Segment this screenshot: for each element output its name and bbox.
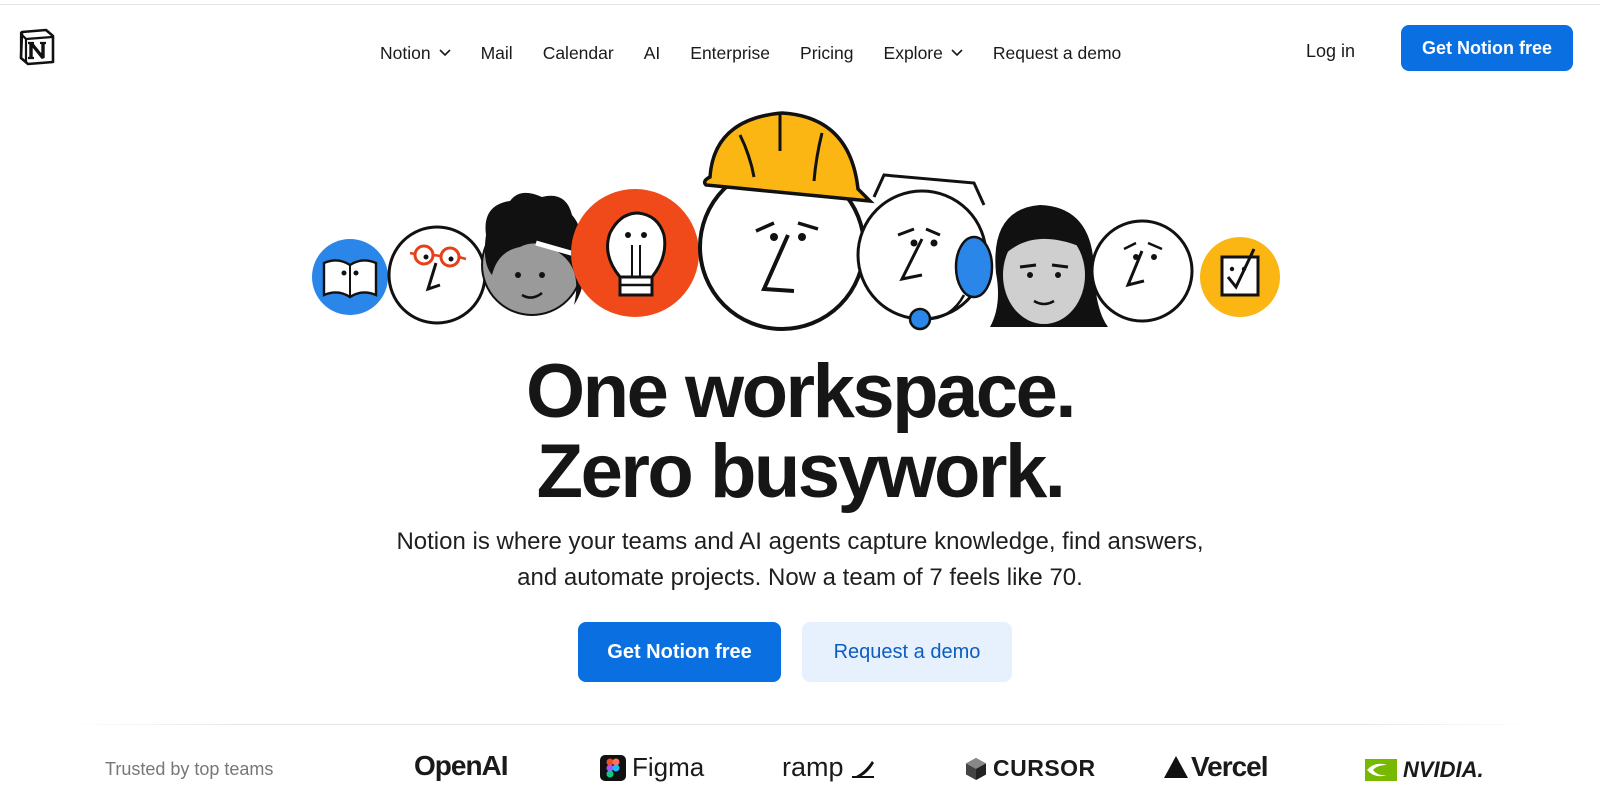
nav-label: AI xyxy=(643,42,661,63)
ramp-logo: ramp xyxy=(782,752,876,783)
nvidia-eye-icon xyxy=(1365,759,1397,781)
brand-name: OpenAI xyxy=(414,750,509,781)
brand-name: Figma xyxy=(632,752,705,782)
nav-label: Enterprise xyxy=(690,42,771,63)
lightbulb-icon xyxy=(571,189,699,317)
figma-icon xyxy=(600,754,626,781)
nvidia-logo: NVIDIA. xyxy=(1365,757,1484,783)
get-notion-free-header-button[interactable]: Get Notion free xyxy=(1401,25,1573,71)
request-demo-button[interactable]: Request a demo xyxy=(802,622,1012,682)
headset-face-icon xyxy=(856,173,994,331)
cursor-icon xyxy=(966,757,986,780)
checkbox-icon xyxy=(1200,237,1280,317)
nav-label: Explore xyxy=(883,42,943,63)
brand-name: Vercel xyxy=(1191,751,1269,782)
nav-item-enterprise[interactable]: Enterprise xyxy=(690,43,770,64)
hero-illustration xyxy=(312,111,1280,331)
trusted-label: Trusted by top teams xyxy=(105,759,274,779)
long-hair-woman-icon xyxy=(990,205,1108,327)
vercel-triangle-icon xyxy=(1164,756,1188,778)
chevron-down-icon xyxy=(439,49,451,57)
nav-label: Notion xyxy=(380,42,431,63)
nav-item-calendar[interactable]: Calendar xyxy=(543,43,614,64)
nav-item-pricing[interactable]: Pricing xyxy=(800,43,854,64)
ramp-icon xyxy=(851,760,874,778)
nav-item-notion[interactable]: Notion xyxy=(380,43,451,64)
hard-hat-face-icon xyxy=(698,111,875,331)
brand-name: NVIDIA. xyxy=(1403,757,1484,782)
nav-label: Mail xyxy=(480,42,513,63)
hero-headline: One workspace. Zero busywork. xyxy=(0,352,1600,512)
vercel-logo: Vercel xyxy=(1163,751,1269,783)
brand-name: CURSOR xyxy=(993,755,1096,781)
login-link[interactable]: Log in xyxy=(1306,41,1355,62)
figma-logo: Figma xyxy=(600,752,704,783)
nav-item-explore[interactable]: Explore xyxy=(884,43,963,64)
headline-line-2: Zero busywork. xyxy=(536,429,1066,514)
site-header: Notion Mail Calendar AI Enterprise Prici… xyxy=(0,5,1600,90)
openai-logo: OpenAI xyxy=(414,750,509,782)
glasses-face-icon xyxy=(387,225,487,325)
nav-item-ai[interactable]: AI xyxy=(644,43,661,64)
main-nav: Notion Mail Calendar AI Enterprise Prici… xyxy=(380,33,1151,73)
curly-hair-person-icon xyxy=(481,192,584,316)
cursor-logo: CURSOR xyxy=(965,755,1096,782)
book-icon xyxy=(312,239,388,315)
thinking-face-icon xyxy=(1090,219,1194,323)
nav-label: Calendar xyxy=(542,42,614,63)
hero-subtext: Notion is where your teams and AI agents… xyxy=(396,528,1204,591)
notion-logo-icon[interactable] xyxy=(18,28,56,66)
nav-label: Pricing xyxy=(800,42,854,63)
get-notion-free-button[interactable]: Get Notion free xyxy=(578,622,781,682)
headline-line-1: One workspace. xyxy=(526,349,1076,434)
nav-label: Request a demo xyxy=(992,42,1122,63)
brand-name: ramp xyxy=(782,752,844,782)
nav-item-mail[interactable]: Mail xyxy=(481,43,513,64)
section-divider xyxy=(64,724,1536,725)
chevron-down-icon xyxy=(951,49,963,57)
nav-item-request-demo[interactable]: Request a demo xyxy=(993,43,1121,64)
